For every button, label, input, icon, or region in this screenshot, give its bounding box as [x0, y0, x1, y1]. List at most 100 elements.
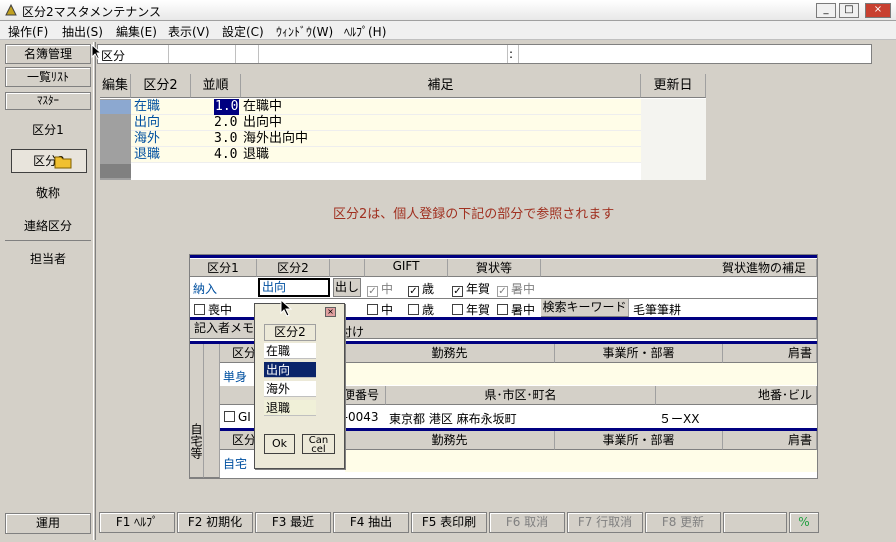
row-note[interactable]: 海外出向中: [243, 131, 308, 147]
building-value[interactable]: ５ーXX: [659, 410, 699, 427]
f3-recent-button[interactable]: F3 最近: [255, 512, 331, 533]
tanshin-value[interactable]: 単身: [223, 368, 247, 385]
header-nenga: 賀状等: [448, 259, 541, 277]
gi-checkbox[interactable]: GI: [224, 410, 251, 424]
menu-window[interactable]: ｳｨﾝﾄﾞｳ(W): [276, 23, 333, 40]
filter-field-3[interactable]: [518, 45, 871, 63]
sidebar-run-button[interactable]: 運用: [5, 513, 91, 534]
sidebar-divider: [5, 240, 91, 241]
gift-sai-checkbox[interactable]: ✓ 歳: [408, 280, 434, 297]
shochu-checkbox-2[interactable]: 暑中: [497, 301, 535, 318]
col-ken: 県･市区･町名: [386, 386, 656, 405]
f5-print-button[interactable]: F5 表印刷: [411, 512, 487, 533]
nenga-label-2: 年賀: [466, 303, 491, 317]
splitter[interactable]: [93, 42, 96, 540]
side-label-jitaku: 自宅等: [189, 344, 204, 478]
top-bar: [190, 255, 817, 258]
menu-edit[interactable]: 編集(E): [116, 23, 157, 40]
col-header-kubun2[interactable]: 区分2: [131, 74, 191, 98]
keyword-value[interactable]: 毛筆筆耕: [633, 301, 681, 318]
maximize-button[interactable]: □: [839, 3, 859, 18]
col-header-note[interactable]: 補足: [241, 74, 641, 98]
col-kinmu: 勤務先: [345, 344, 555, 363]
nyu-label: 納入: [193, 282, 218, 296]
gift-chu-checkbox[interactable]: ✓ 中: [367, 280, 393, 297]
sidebar-names-button[interactable]: 名簿管理: [5, 44, 91, 64]
sidebar-item-renraku[interactable]: 連絡区分: [5, 217, 91, 234]
popup-title: 区分2: [264, 324, 316, 341]
header-hosoku: 賀状進物の補足: [541, 259, 817, 277]
menu-help[interactable]: ﾍﾙﾌﾟ(H): [344, 23, 386, 40]
sai-label-2: 歳: [422, 303, 435, 317]
dashi-button[interactable]: 出し: [333, 278, 361, 297]
menu-view[interactable]: 表示(V): [168, 23, 210, 40]
minimize-button[interactable]: _: [816, 3, 836, 18]
filter-separator: :: [509, 47, 514, 61]
header-gift: GIFT: [365, 259, 448, 277]
f4-extract-button[interactable]: F4 抽出: [333, 512, 409, 533]
filter-field-2[interactable]: [258, 45, 508, 63]
col-header-edit[interactable]: 編集: [100, 74, 131, 98]
row-selector-new[interactable]: [100, 164, 131, 178]
kubun2-popup[interactable]: × 区分2 在職 出向 海外 退職 Ok Can cel: [254, 303, 345, 469]
status-blank: [723, 512, 787, 533]
sidebar-list-button[interactable]: 一覧ﾘｽﾄ: [5, 67, 91, 87]
popup-item[interactable]: 退職: [264, 400, 316, 416]
menu-operation[interactable]: 操作(F): [8, 23, 48, 40]
sidebar-item-keisho[interactable]: 敬称: [5, 184, 91, 201]
nenga-checkbox[interactable]: ✓ 年賀: [452, 280, 490, 297]
popup-cancel-button[interactable]: Can cel: [302, 434, 335, 455]
row-selector-active[interactable]: [100, 100, 131, 114]
kubun2-field[interactable]: 出向: [258, 278, 330, 297]
row-kubun[interactable]: 在職: [134, 99, 160, 115]
row-bg: [345, 363, 817, 385]
address-value[interactable]: 東京都 港区 麻布永坂町: [389, 410, 517, 427]
popup-item[interactable]: 海外: [264, 381, 316, 397]
shochu-checkbox[interactable]: ✓ 暑中: [497, 280, 535, 297]
chu-checkbox-2[interactable]: 中: [367, 301, 393, 318]
popup-item-selected[interactable]: 出向: [264, 362, 316, 378]
f2-init-button[interactable]: F2 初期化: [177, 512, 253, 533]
f8-update-button[interactable]: F8 更新: [645, 512, 721, 533]
row-note[interactable]: 退職: [243, 147, 269, 163]
row-order[interactable]: 3.0: [214, 131, 237, 147]
row-kubun[interactable]: 出向: [134, 115, 160, 131]
sidebar-item-kubun1[interactable]: 区分1: [5, 121, 91, 138]
shochu-label: 暑中: [511, 282, 536, 296]
f7-row-cancel-button[interactable]: F7 行取消: [567, 512, 643, 533]
popup-close-icon[interactable]: ×: [325, 307, 336, 317]
sidebar-master-button[interactable]: ﾏｽﾀｰ: [5, 92, 91, 110]
nenga-checkbox-2[interactable]: 年賀: [452, 301, 490, 318]
row-note[interactable]: 在職中: [243, 99, 282, 115]
sai-checkbox-2[interactable]: 歳: [408, 301, 434, 318]
col-header-updated[interactable]: 更新日: [641, 74, 706, 98]
menu-extract[interactable]: 抽出(S): [62, 23, 103, 40]
header-blank: [330, 259, 365, 277]
mochu-checkbox[interactable]: 喪中: [194, 301, 232, 318]
row-kubun[interactable]: 海外: [134, 131, 160, 147]
jitaku-value[interactable]: 自宅: [223, 455, 247, 472]
updated-column: [641, 99, 706, 180]
filter-row: 区分 :: [97, 44, 872, 64]
f6-cancel-button[interactable]: F6 取消: [489, 512, 565, 533]
col-header-order[interactable]: 並順: [191, 74, 241, 98]
popup-ok-button[interactable]: Ok: [264, 434, 295, 454]
sidebar-item-kubun2[interactable]: 区分2: [11, 149, 87, 173]
row-order[interactable]: 2.0: [214, 115, 237, 131]
row-order[interactable]: 1.0: [214, 99, 240, 115]
nenga-label: 年賀: [466, 282, 491, 296]
row-bg-2: [345, 450, 817, 472]
reference-message: 区分2は、個人登録の下記の部分で参照されます: [333, 207, 615, 222]
shochu-label-2: 暑中: [511, 303, 536, 317]
popup-item[interactable]: 在職: [264, 343, 316, 359]
menu-settings[interactable]: 設定(C): [222, 23, 264, 40]
row-kubun[interactable]: 退職: [134, 147, 160, 163]
gift-sai-label: 歳: [422, 282, 435, 296]
header-kubun2: 区分2: [257, 259, 330, 277]
close-button[interactable]: ×: [865, 3, 891, 18]
f1-help-button[interactable]: F1 ﾍﾙﾌﾟ: [99, 512, 175, 533]
filter-field-1[interactable]: [168, 45, 236, 63]
row-order[interactable]: 4.0: [214, 147, 237, 163]
sidebar-item-tantosha[interactable]: 担当者: [5, 250, 91, 267]
row-note[interactable]: 出向中: [243, 115, 282, 131]
